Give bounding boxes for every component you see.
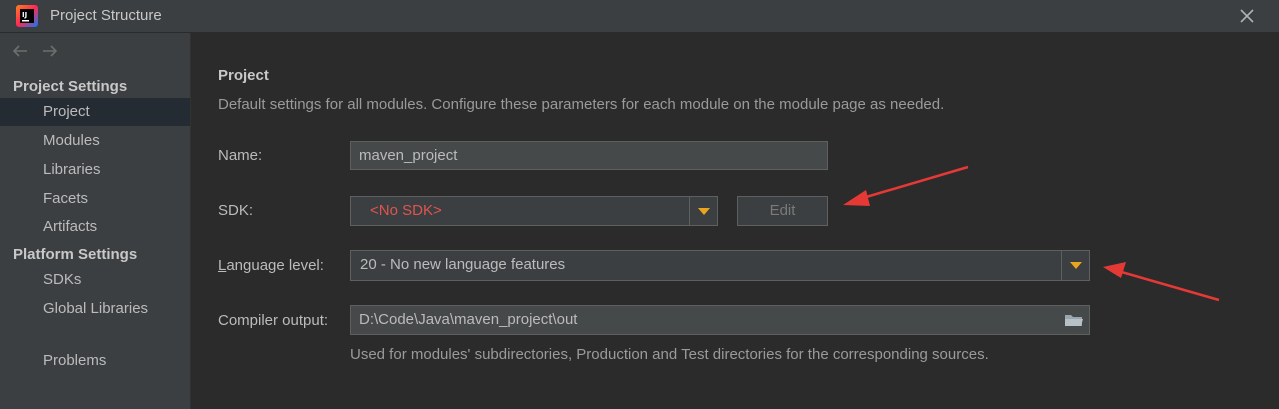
language-level-dropdown[interactable]: 20 - No new language features xyxy=(350,250,1090,281)
sidebar-item-project[interactable]: Project xyxy=(0,98,190,126)
sidebar-item-sdks[interactable]: SDKs xyxy=(0,266,190,294)
sdk-dropdown[interactable]: <No SDK> xyxy=(350,196,718,226)
main-panel: Project Default settings for all modules… xyxy=(191,33,1279,409)
sidebar-item-libraries[interactable]: Libraries xyxy=(0,156,190,184)
compiler-output-field[interactable]: D:\Code\Java\maven_project\out xyxy=(350,305,1090,335)
dropdown-separator xyxy=(689,197,690,225)
sdk-value: <No SDK> xyxy=(370,202,442,219)
back-arrow-icon[interactable] xyxy=(10,41,30,61)
project-name-field[interactable]: maven_project xyxy=(350,141,828,170)
sidebar-item-modules[interactable]: Modules xyxy=(0,127,190,155)
sdk-label: SDK: xyxy=(218,202,254,219)
sidebar-item-problems[interactable]: Problems xyxy=(0,347,190,375)
project-settings-header: Project Settings xyxy=(13,78,128,95)
language-level-label: Language level: xyxy=(218,257,324,274)
intellij-app-icon: IJ xyxy=(16,5,38,27)
sidebar-item-global-libraries[interactable]: Global Libraries xyxy=(0,295,190,323)
language-level-label-text: anguage level: xyxy=(226,257,324,274)
dropdown-arrow-icon[interactable] xyxy=(1070,262,1082,269)
title-bar: IJ Project Structure xyxy=(0,0,1279,33)
name-label: Name: xyxy=(218,147,263,164)
sdk-edit-button[interactable]: Edit xyxy=(737,196,828,226)
language-level-value: 20 - No new language features xyxy=(360,256,566,273)
page-title: Project xyxy=(218,67,269,84)
dropdown-arrow-icon[interactable] xyxy=(698,208,710,215)
page-description: Default settings for all modules. Config… xyxy=(218,96,945,113)
sidebar-item-facets[interactable]: Facets xyxy=(0,185,190,213)
sidebar-item-artifacts[interactable]: Artifacts xyxy=(0,213,190,241)
svg-text:IJ: IJ xyxy=(22,11,27,19)
platform-settings-header: Platform Settings xyxy=(13,246,138,263)
compiler-output-value: D:\Code\Java\maven_project\out xyxy=(359,311,578,328)
forward-arrow-icon[interactable] xyxy=(40,41,60,61)
close-icon[interactable] xyxy=(1236,5,1258,27)
compiler-output-hint: Used for modules' subdirectories, Produc… xyxy=(350,346,989,363)
compiler-output-label: Compiler output: xyxy=(218,312,329,329)
sidebar: Project Settings Project Modules Librari… xyxy=(0,33,191,409)
dropdown-separator xyxy=(1061,251,1062,280)
window-title: Project Structure xyxy=(50,7,162,24)
folder-icon[interactable] xyxy=(1064,312,1084,328)
